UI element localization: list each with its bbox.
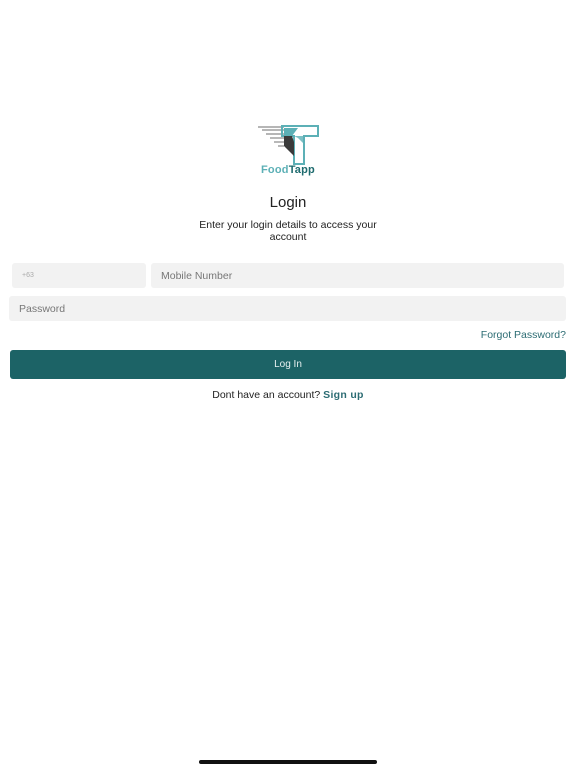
foodtapp-logo: FoodTapp — [254, 122, 322, 182]
login-button[interactable]: Log In — [10, 350, 566, 379]
signup-prompt-text: Dont have an account? — [212, 389, 321, 401]
signup-prompt-row: Dont have an account? Sign up — [0, 389, 576, 401]
page-title: Login — [269, 194, 307, 211]
forgot-password-link[interactable]: Forgot Password? — [481, 329, 566, 341]
password-input[interactable] — [9, 296, 566, 321]
brand-name-tapp: Tapp — [288, 164, 315, 176]
brand-wordmark: FoodTapp — [254, 164, 322, 176]
foodtapp-logo-icon — [258, 125, 319, 165]
country-code-input[interactable] — [12, 263, 146, 288]
signup-link[interactable]: Sign up — [323, 389, 364, 401]
brand-name-food: Food — [261, 164, 289, 176]
page-subtitle: Enter your login details to access your … — [199, 219, 377, 243]
home-indicator[interactable] — [199, 760, 377, 764]
mobile-number-input[interactable] — [151, 263, 564, 288]
